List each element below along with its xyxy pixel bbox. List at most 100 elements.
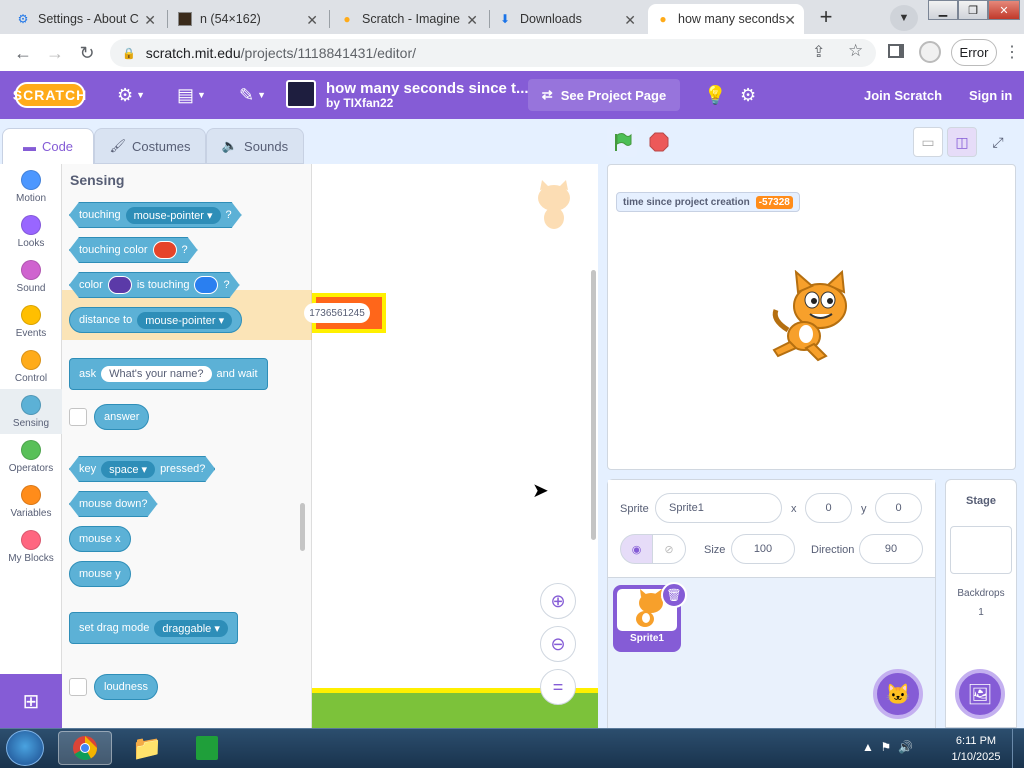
block-touching[interactable]: touching mouse-pointer ▾ ? [69, 202, 242, 228]
maximize-button[interactable]: ❐ [958, 0, 988, 20]
share-icon[interactable]: ⇪ [812, 42, 825, 62]
fullscreen-button[interactable]: ⤢ [983, 127, 1013, 157]
block-mouse-y[interactable]: mouse y [69, 561, 131, 587]
category-motion[interactable]: Motion [0, 164, 62, 209]
touching-dropdown[interactable]: mouse-pointer ▾ [126, 207, 221, 224]
stop-button[interactable] [644, 127, 674, 157]
drag-mode-dropdown[interactable]: draggable ▾ [154, 619, 228, 637]
hide-sprite-button[interactable]: ⊘ [652, 534, 686, 564]
turbo-gear-icon[interactable]: ⚙ [740, 85, 756, 105]
block-color-touching-color[interactable]: color is touching ? [69, 272, 240, 298]
tab-image[interactable]: n (54×162) ✕ [170, 4, 326, 34]
category-my-blocks[interactable]: My Blocks [0, 524, 62, 569]
tab-settings[interactable]: ⚙ Settings - About C ✕ [8, 4, 164, 34]
dragged-block[interactable]: 1736561245 [304, 293, 386, 333]
zoom-out-button[interactable]: ⊖ [540, 626, 576, 662]
small-stage-button[interactable]: ▭ [913, 127, 943, 157]
distance-dropdown[interactable]: mouse-pointer ▾ [137, 311, 233, 329]
add-extension-button[interactable]: ⊞ [0, 674, 62, 728]
chevron-down-icon[interactable]: ▼ [890, 5, 918, 31]
close-window-button[interactable]: ✕ [988, 0, 1020, 20]
taskbar-chrome[interactable] [58, 731, 112, 765]
close-icon[interactable]: ✕ [466, 12, 478, 29]
tab-project[interactable]: ● how many seconds ✕ [648, 4, 804, 34]
sprite-name-input[interactable]: Sprite1 [655, 493, 782, 523]
show-desktop-button[interactable] [1012, 729, 1024, 768]
category-control[interactable]: Control [0, 344, 62, 389]
choose-sprite-button[interactable]: 🐱 [873, 669, 923, 719]
y-input[interactable]: 0 [875, 493, 922, 523]
category-variables[interactable]: Variables [0, 479, 62, 524]
reload-icon[interactable]: ↻ [76, 42, 98, 64]
close-icon[interactable]: ✕ [144, 12, 156, 29]
tab-sounds[interactable]: 🔈 Sounds [206, 128, 304, 164]
block-ask-and-wait[interactable]: ask What's your name? and wait [69, 358, 268, 390]
variable-monitor[interactable]: time since project creation -57328 [616, 192, 800, 212]
answer-checkbox[interactable] [69, 408, 87, 426]
stage-thumbnail[interactable] [950, 526, 1012, 574]
project-title[interactable]: how many seconds since t... [326, 80, 529, 97]
profile-avatar[interactable] [919, 41, 941, 63]
block-key-pressed[interactable]: key space ▾ pressed? [69, 456, 215, 482]
block-touching-color[interactable]: touching color ? [69, 237, 198, 263]
taskbar-explorer[interactable]: 📁 [120, 731, 174, 765]
script-scrollbar[interactable] [591, 270, 596, 540]
new-tab-button[interactable]: + [812, 4, 840, 29]
back-icon[interactable]: ← [12, 42, 34, 64]
palette-scrollbar[interactable] [300, 503, 305, 551]
color-swatch[interactable] [108, 276, 132, 294]
block-distance-to[interactable]: distance to mouse-pointer ▾ [69, 307, 243, 333]
category-sound[interactable]: Sound [0, 254, 62, 299]
tab-scratch-home[interactable]: ● Scratch - Imagine ✕ [332, 4, 486, 34]
url-field[interactable]: 🔒 scratch.mit.edu/projects/1118841431/ed… [110, 39, 876, 67]
settings-gear-icon[interactable]: ⚙ ▼ [117, 85, 145, 105]
category-sensing[interactable]: Sensing [0, 389, 62, 434]
forward-icon[interactable]: → [44, 42, 66, 64]
zoom-reset-button[interactable]: = [540, 669, 576, 705]
block-set-drag-mode[interactable]: set drag mode draggable ▾ [69, 612, 238, 644]
x-input[interactable]: 0 [805, 493, 852, 523]
system-tray[interactable]: ▲ ⚑ 🔊 [862, 740, 913, 754]
color-swatch[interactable] [194, 276, 218, 294]
choose-backdrop-button[interactable]: 🖼 [955, 669, 1005, 719]
category-events[interactable]: Events [0, 299, 62, 344]
tab-code[interactable]: ▬ Code [2, 128, 94, 164]
loudness-checkbox[interactable] [69, 678, 87, 696]
taskbar-store[interactable] [180, 731, 234, 765]
lightbulb-icon[interactable]: 💡 [704, 85, 726, 105]
zoom-in-button[interactable]: ⊕ [540, 583, 576, 619]
file-menu-icon[interactable]: ▤ ▼ [177, 85, 206, 105]
green-flag-button[interactable] [607, 127, 637, 157]
tab-downloads[interactable]: ⬇ Downloads ✕ [490, 4, 644, 34]
taskbar-clock[interactable]: 6:11 PM 1/10/2025 [946, 733, 1006, 765]
block-mouse-down[interactable]: mouse down? [69, 491, 158, 517]
star-icon[interactable]: ☆ [848, 41, 863, 61]
normal-stage-button[interactable]: ◫ [947, 127, 977, 157]
category-looks[interactable]: Looks [0, 209, 62, 254]
tab-costumes[interactable]: 🖌 Costumes [94, 128, 206, 164]
sign-in-link[interactable]: Sign in [969, 88, 1012, 103]
show-sprite-button[interactable]: ◉ [620, 534, 653, 564]
direction-input[interactable]: 90 [859, 534, 923, 564]
close-icon[interactable]: ✕ [306, 12, 318, 29]
start-button[interactable] [6, 730, 44, 766]
side-panel-icon[interactable] [888, 44, 904, 58]
category-operators[interactable]: Operators [0, 434, 62, 479]
close-icon[interactable]: ✕ [624, 12, 636, 29]
size-input[interactable]: 100 [731, 534, 795, 564]
block-mouse-x[interactable]: mouse x [69, 526, 131, 552]
block-loudness[interactable]: loudness [94, 674, 159, 700]
cat-sprite[interactable] [766, 270, 856, 362]
join-scratch-link[interactable]: Join Scratch [864, 88, 942, 103]
see-project-page-button[interactable]: ⇄ See Project Page [528, 79, 680, 111]
minimize-button[interactable]: ▁ [928, 0, 958, 20]
color-swatch[interactable] [153, 241, 177, 259]
ask-input[interactable]: What's your name? [101, 366, 212, 382]
close-icon[interactable]: ✕ [784, 12, 796, 29]
edit-menu-icon[interactable]: ✎ ▼ [239, 85, 266, 105]
scratch-logo[interactable]: SCRATCH [13, 82, 86, 108]
error-button[interactable]: Error [951, 39, 997, 66]
key-dropdown[interactable]: space ▾ [101, 461, 155, 478]
more-icon[interactable]: ⋮ [1004, 42, 1020, 62]
block-answer[interactable]: answer [94, 404, 150, 430]
